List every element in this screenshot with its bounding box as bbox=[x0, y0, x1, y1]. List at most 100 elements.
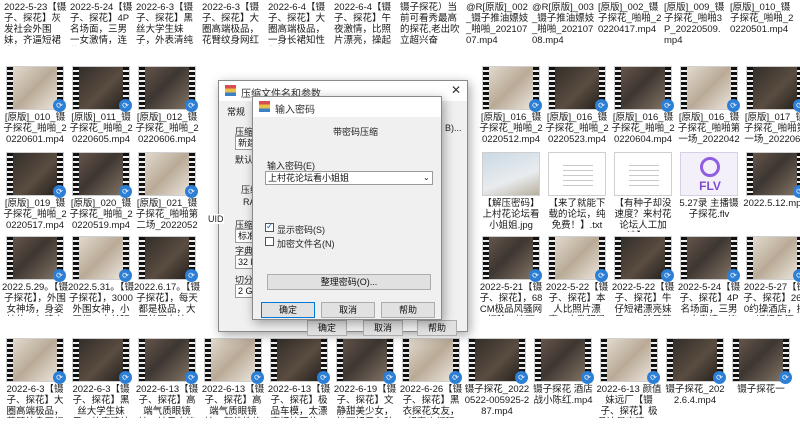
file-name: [原版]_016_镊子探花_啪啪_20220604.mp4 bbox=[611, 112, 675, 145]
dropdown-arrow-icon[interactable]: ⌄ bbox=[423, 173, 430, 182]
file-item[interactable]: [原版]_002_镊子探花_啪啪_20220417.mp4 bbox=[596, 2, 662, 62]
encrypt-filenames-label[interactable]: 加密文件名(N) bbox=[277, 237, 335, 250]
password-input[interactable]: 上村花论坛看小姐姐 bbox=[265, 171, 433, 185]
default-profile-label: 默认 bbox=[235, 155, 254, 165]
file-item[interactable]: ⟳ [原版]_020_镊子探花_啪啪_20220519.mp4 bbox=[68, 152, 134, 236]
film-strip-icon bbox=[7, 153, 13, 195]
file-name: 镊子探花 酒店战小陈红.mp4 bbox=[533, 384, 593, 406]
archive-ok-button[interactable]: 确定 bbox=[307, 320, 347, 336]
file-item[interactable]: ⟳2022-6-13 颜值妹远厂【镊子、探花】极品这是高清.mp4 bbox=[596, 338, 662, 422]
show-password-label[interactable]: 显示密码(S) bbox=[277, 223, 325, 236]
file-name: 【有种子却没速度？来村花论坛人工加速】.txt bbox=[614, 198, 672, 232]
file-item[interactable]: ⟳2022-5-24【镊子、探花】4P名场面，三男一女激情，连体黑… bbox=[676, 236, 742, 320]
file-item[interactable]: ⟳ [原版]_016_镊子探花_啪啪_20220512.mp4 bbox=[478, 66, 544, 150]
file-item[interactable]: 2022-6-3【镊子、探花】黑丝大学生妹子，外表清纯乖巧，豪… bbox=[134, 2, 200, 62]
file-name: 【解压密码】上村花论坛看小姐姐.jpg bbox=[482, 198, 540, 231]
file-item[interactable]: ⟳ [原版]_012_镊子探花_啪啪_20220606.mp4 bbox=[134, 66, 200, 150]
file-name: [原版]_010_镊子探花_啪啪_20220601.mp4 bbox=[3, 112, 67, 145]
file-item[interactable]: 【解压密码】上村花论坛看小姐姐.jpg bbox=[478, 152, 544, 236]
file-item[interactable]: ⟳[原版]_021_镊子探花_啪啪第二场_20220521.mp4 bbox=[134, 152, 200, 236]
file-name: 2022-5-22【镊子、探花】本人比照片漂亮，丰乳肥臀极品骚… bbox=[545, 282, 609, 316]
organize-passwords-button[interactable]: 整理密码(O)... bbox=[267, 274, 431, 290]
sync-badge-icon: ⟳ bbox=[53, 269, 66, 282]
file-item[interactable]: 2022-6-4【镊子、探花】大圈高端极品，一身长裙知性御姐，… bbox=[266, 2, 332, 62]
file-item[interactable]: FLV 5.27录 主播镊子探花.flv bbox=[676, 152, 742, 236]
file-name: 2022-6-3【镊子、探花】黑丝大学生妹子，外表清纯乖巧，豪… bbox=[136, 2, 194, 46]
file-item[interactable]: ⟳2022-5-21【镊子、探花】，68CM极品风骚网红脸，撩下内… bbox=[478, 236, 544, 320]
file-item[interactable]: ⟳[原版]_017_镊子探花_啪啪第一场_20220609.mp4 bbox=[742, 66, 800, 150]
file-name: [原版]_021_镊子探花_啪啪第二场_20220521.mp4 bbox=[135, 198, 199, 232]
file-item[interactable]: @R[原版]_002_镊子推油嫖妓_啪啪_20210707.mp4 bbox=[464, 2, 530, 62]
file-item[interactable]: ⟳ [原版]_011_镊子探花_啪啪_20220605.mp4 bbox=[68, 66, 134, 150]
file-item[interactable]: @R[原版]_003_镊子推油嫖妓_啪啪_20210708.mp4 bbox=[530, 2, 596, 62]
file-name: 2022-6-3【镊子、探花】大圈高端极品，花臂纹身网红妹子，… bbox=[6, 384, 64, 418]
file-item[interactable]: ⟳2022-6-26【镊子、探花】黑衣探花女友，超赛欢都舔逼，深… bbox=[398, 338, 464, 422]
file-item[interactable]: ⟳2022.5.31。【镊子探花】，3000外围女神，小网红，大长腿美… bbox=[68, 236, 134, 320]
file-item[interactable]: 2022-6-4【镊子、探花】午夜激情，比照片漂亮，操起了太… bbox=[332, 2, 398, 62]
right-browse-label[interactable]: B)... bbox=[445, 123, 462, 133]
file-item[interactable]: 2022-5-23【镊子、探花】灰发社会外围妹，齐逼短裙大长腿… bbox=[2, 2, 68, 62]
sync-badge-icon: ⟳ bbox=[595, 99, 608, 112]
file-item[interactable]: ⟳ 镊子探花_20220522-005925-287.mp4 bbox=[464, 338, 530, 422]
file-item[interactable]: ⟳2022-6-13【镊子、探花】极品车模，太漂亮把持不住，一过… bbox=[266, 338, 332, 422]
file-item[interactable]: 2022-5-24【镊子、探花】4P名场面，三男一女激情，连体黑… bbox=[68, 2, 134, 62]
file-item[interactable]: ⟳ 镊子探花一 bbox=[728, 338, 794, 422]
sync-badge-icon: ⟳ bbox=[449, 371, 462, 384]
film-strip-icon bbox=[139, 153, 145, 195]
file-item[interactable]: ⟳2022-6-13【镊子、探花】高端气质眼镜妹，颜值性格超好，… bbox=[200, 338, 266, 422]
sync-badge-icon: ⟳ bbox=[661, 269, 674, 282]
close-icon[interactable]: ✕ bbox=[451, 83, 461, 97]
video-thumbnail: ⟳ bbox=[138, 338, 198, 384]
file-item[interactable]: [原版]_009_镊子探花_啪啪3P_20220509.mp4 bbox=[662, 2, 728, 62]
file-item[interactable]: ⟳2022.5.12.mp4 bbox=[742, 152, 800, 236]
file-item[interactable]: ⟳2022.6.17。【镊子探花】，每天都是极品，大圈外围女神，这… bbox=[134, 236, 200, 320]
file-name: 2022-5-21【镊子、探花】，68CM极品风骚网红脸，撩下内… bbox=[479, 282, 543, 316]
sync-badge-icon: ⟳ bbox=[53, 371, 66, 384]
archive-help-button[interactable]: 帮助 bbox=[417, 320, 457, 336]
file-item[interactable]: ⟳2022-6-3【镊子、探花】大圈高端极品，花臂纹身网红妹子，… bbox=[2, 338, 68, 422]
file-item[interactable]: 2022-6-3【镊子、探花】大圈高端极品，花臂纹身网红妹子，… bbox=[200, 2, 266, 62]
file-item[interactable]: ⟳2022-6-13【镊子、探花】高端气质眼镜妹，妹子太撩拨玩弄… bbox=[134, 338, 200, 422]
file-item[interactable]: 镊子探花）当前可看秀最高的探花,老出吹立超兴奋 bbox=[398, 2, 464, 62]
file-item[interactable]: ⟳ 镊子探花_2022.6.4.mp4 bbox=[662, 338, 728, 422]
file-item[interactable]: ⟳ [原版]_016_镊子探花_啪啪_20220604.mp4 bbox=[610, 66, 676, 150]
file-name: 2022.6.17。【镊子探花】，每天都是极品，大圈外围女神，这… bbox=[134, 282, 200, 316]
file-item[interactable]: [原版]_010_镊子探花_啪啪_20220501.mp4 bbox=[728, 2, 794, 62]
file-item[interactable]: ⟳ [原版]_010_镊子探花_啪啪_20220601.mp4 bbox=[2, 66, 68, 150]
file-item[interactable]: ⟳2022-5-27【镊子、探花】2600约操酒店，接近视角深喉，… bbox=[742, 236, 800, 320]
file-name: 镊子探花）当前可看秀最高的探花,老出吹立超兴奋 bbox=[400, 2, 460, 46]
password-help-button[interactable]: 帮助 bbox=[381, 302, 435, 318]
file-item[interactable]: ⟳ 镊子探花 酒店战小陈红.mp4 bbox=[530, 338, 596, 422]
video-thumbnail: ⟳ bbox=[746, 152, 800, 198]
password-cancel-button[interactable]: 取消 bbox=[321, 302, 375, 318]
file-item[interactable]: ⟳2022-6-19【镊子、探花】文静甜美少女，扒下裙子各种操，… bbox=[332, 338, 398, 422]
tab-general[interactable]: 常规 bbox=[227, 105, 245, 118]
film-strip-icon bbox=[7, 67, 13, 109]
film-strip-icon bbox=[483, 67, 489, 109]
password-dialog: 输入密码 带密码压缩 输入密码(E) 上村花论坛看小姐姐 ⌄ 显示密码(S) 加… bbox=[252, 96, 442, 320]
file-item[interactable]: ⟳2022-6-3【镊子、探花】黑丝大学生妹子，外表清纯乖巧，豪… bbox=[68, 338, 134, 422]
film-strip-icon bbox=[615, 237, 621, 279]
file-name: 2022.5.12.mp4 bbox=[743, 198, 800, 209]
video-thumbnail: ⟳ bbox=[732, 338, 792, 384]
show-password-checkbox[interactable] bbox=[265, 221, 274, 232]
file-item[interactable]: ⟳2022-5-22【镊子、探花】本人比照片漂亮，丰乳肥臀极品骚… bbox=[544, 236, 610, 320]
file-item[interactable]: 【有种子却没速度？来村花论坛人工加速】.txt bbox=[610, 152, 676, 236]
file-item[interactable]: ⟳[原版]_016_镊子探花_啪啪第一场_20220428.mp4 bbox=[676, 66, 742, 150]
video-thumbnail: ⟳ bbox=[468, 338, 528, 384]
file-item[interactable]: 【来了就能下载的论坛，纯免费！】.txt bbox=[544, 152, 610, 236]
password-dialog-titlebar: 输入密码 bbox=[253, 97, 441, 117]
sync-badge-icon: ⟳ bbox=[529, 99, 542, 112]
file-item[interactable]: ⟳ [原版]_016_镊子探花_啪啪_20220523.mp4 bbox=[544, 66, 610, 150]
file-item[interactable]: ⟳ [原版]_019_镊子探花_啪啪_20220517.mp4 bbox=[2, 152, 68, 236]
file-name: 2022-6-13 颜值妹远厂【镊子、探花】极品这是高清.mp4 bbox=[596, 384, 662, 418]
film-strip-icon bbox=[535, 339, 541, 381]
file-item[interactable]: ⟳2022-5-22【镊子、探花】牛仔短裙漂亮妹子，一脸呆萌诱惑… bbox=[610, 236, 676, 320]
encrypt-filenames-checkbox[interactable] bbox=[265, 237, 274, 246]
file-name: [原版]_002_镊子探花_啪啪_20220417.mp4 bbox=[598, 2, 662, 35]
password-dialog-title: 输入密码 bbox=[275, 105, 315, 116]
archive-cancel-button[interactable]: 取消 bbox=[363, 320, 403, 336]
file-name: 【来了就能下载的论坛，纯免费！】.txt bbox=[548, 198, 606, 231]
file-item[interactable]: ⟳2022.5.29。【镊子探花】，外围女神场，身姿妙的，勾魂小妖… bbox=[2, 236, 68, 320]
password-ok-button[interactable]: 确定 bbox=[261, 302, 315, 318]
